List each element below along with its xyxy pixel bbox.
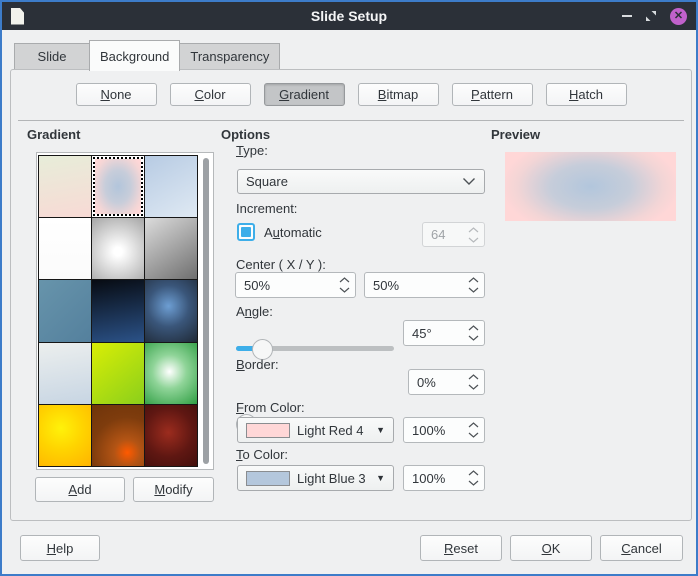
modify-button[interactable]: Modify bbox=[133, 477, 214, 502]
angle-input[interactable] bbox=[412, 326, 464, 341]
gradient-swatch-grid bbox=[38, 155, 198, 467]
dropdown-arrow-icon: ▼ bbox=[376, 425, 385, 435]
ok-button[interactable]: OK bbox=[510, 535, 592, 561]
type-value: Square bbox=[246, 174, 288, 189]
gradient-preview bbox=[505, 152, 676, 221]
automatic-checkbox[interactable] bbox=[237, 223, 255, 241]
gradient-swatch[interactable] bbox=[39, 218, 91, 279]
spin-up-icon bbox=[468, 422, 479, 428]
to-color-dropdown[interactable]: Light Blue 3 ▼ bbox=[237, 465, 394, 491]
gradient-swatch[interactable] bbox=[92, 280, 144, 341]
to-color-swatch bbox=[246, 471, 290, 486]
separator bbox=[18, 120, 684, 121]
scrollbar-track[interactable] bbox=[198, 155, 212, 467]
center-x-input[interactable] bbox=[244, 278, 335, 293]
gradient-swatch[interactable] bbox=[39, 343, 91, 404]
to-color-label: To Color: bbox=[236, 447, 288, 462]
preview-section-header: Preview bbox=[491, 127, 540, 142]
spin-up-icon bbox=[339, 277, 350, 283]
fill-type-buttons: None Color Gradient Bitmap Pattern Hatch bbox=[11, 83, 691, 106]
fill-hatch-button[interactable]: Hatch bbox=[546, 83, 627, 106]
center-xy-label: Center ( X / Y ): bbox=[236, 257, 326, 272]
gradient-swatch[interactable] bbox=[145, 156, 197, 217]
from-color-label: From Color: bbox=[236, 400, 305, 415]
border-spinner[interactable] bbox=[408, 369, 485, 395]
tab-background[interactable]: Background bbox=[89, 40, 180, 71]
help-button[interactable]: Help bbox=[20, 535, 100, 561]
center-y-spinner[interactable] bbox=[364, 272, 485, 298]
window-title: Slide Setup bbox=[2, 8, 696, 24]
increment-spinner bbox=[422, 222, 485, 247]
gradient-swatch[interactable] bbox=[39, 156, 91, 217]
tab-transparency[interactable]: Transparency bbox=[179, 43, 280, 69]
spin-down-icon bbox=[468, 384, 479, 390]
gradient-section-header: Gradient bbox=[27, 127, 80, 142]
tab-bar: Slide Background Transparency bbox=[14, 43, 279, 69]
background-tab-panel: None Color Gradient Bitmap Pattern Hatch… bbox=[10, 69, 692, 521]
spin-down-icon bbox=[339, 287, 350, 293]
slide-setup-dialog: Slide Setup ✕ Slide Background Transpare… bbox=[0, 0, 698, 576]
gradient-swatch[interactable] bbox=[39, 280, 91, 341]
type-label: Type: bbox=[236, 143, 268, 158]
gradient-swatch[interactable] bbox=[145, 343, 197, 404]
center-y-input[interactable] bbox=[373, 278, 464, 293]
fill-pattern-button[interactable]: Pattern bbox=[452, 83, 533, 106]
dropdown-arrow-icon: ▼ bbox=[376, 473, 385, 483]
spin-down-icon bbox=[468, 237, 479, 243]
reset-button[interactable]: Reset bbox=[420, 535, 502, 561]
spin-down-icon bbox=[468, 287, 479, 293]
fill-none-button[interactable]: None bbox=[76, 83, 157, 106]
gradient-swatch[interactable] bbox=[92, 218, 144, 279]
spin-up-icon bbox=[468, 277, 479, 283]
spin-down-icon bbox=[468, 432, 479, 438]
from-color-dropdown[interactable]: Light Red 4 ▼ bbox=[237, 417, 394, 443]
increment-input bbox=[431, 227, 464, 242]
scrollbar-thumb[interactable] bbox=[203, 158, 209, 464]
gradient-swatch[interactable] bbox=[92, 405, 144, 466]
fill-bitmap-button[interactable]: Bitmap bbox=[358, 83, 439, 106]
close-icon[interactable]: ✕ bbox=[670, 8, 687, 25]
checkbox-checked-mark bbox=[241, 227, 251, 237]
center-x-spinner[interactable] bbox=[235, 272, 356, 298]
gradient-swatch[interactable] bbox=[39, 405, 91, 466]
spin-down-icon bbox=[468, 480, 479, 486]
angle-spinner[interactable] bbox=[403, 320, 485, 346]
to-color-opacity-spinner[interactable] bbox=[403, 465, 485, 491]
spin-down-icon bbox=[468, 335, 479, 341]
from-color-name: Light Red 4 bbox=[297, 423, 364, 438]
gradient-swatch[interactable] bbox=[92, 343, 144, 404]
tab-slide[interactable]: Slide bbox=[14, 43, 90, 69]
border-label: Border: bbox=[236, 357, 279, 372]
increment-label: Increment: bbox=[236, 201, 297, 216]
from-color-opacity-input[interactable] bbox=[412, 423, 464, 438]
from-color-opacity-spinner[interactable] bbox=[403, 417, 485, 443]
spin-up-icon bbox=[468, 227, 479, 233]
gradient-swatch[interactable] bbox=[145, 280, 197, 341]
options-section-header: Options bbox=[221, 127, 270, 142]
gradient-swatch[interactable] bbox=[145, 218, 197, 279]
add-button[interactable]: Add bbox=[35, 477, 125, 502]
border-input[interactable] bbox=[417, 375, 464, 390]
automatic-label: Automatic bbox=[264, 225, 322, 240]
cancel-button[interactable]: Cancel bbox=[600, 535, 683, 561]
from-color-swatch bbox=[246, 423, 290, 438]
restore-icon[interactable] bbox=[645, 10, 657, 22]
to-color-name: Light Blue 3 bbox=[297, 471, 366, 486]
to-color-opacity-input[interactable] bbox=[412, 471, 464, 486]
spin-up-icon bbox=[468, 374, 479, 380]
fill-color-button[interactable]: Color bbox=[170, 83, 251, 106]
minimize-icon[interactable] bbox=[622, 15, 632, 17]
fill-gradient-button[interactable]: Gradient bbox=[264, 83, 345, 106]
type-combobox[interactable]: Square bbox=[237, 169, 485, 194]
spin-up-icon bbox=[468, 325, 479, 331]
gradient-list bbox=[36, 152, 214, 470]
gradient-swatch-selected[interactable] bbox=[92, 156, 144, 217]
titlebar[interactable]: Slide Setup ✕ bbox=[2, 2, 696, 30]
chevron-down-icon bbox=[462, 177, 476, 186]
angle-label: Angle: bbox=[236, 304, 273, 319]
spin-up-icon bbox=[468, 470, 479, 476]
gradient-swatch[interactable] bbox=[145, 405, 197, 466]
